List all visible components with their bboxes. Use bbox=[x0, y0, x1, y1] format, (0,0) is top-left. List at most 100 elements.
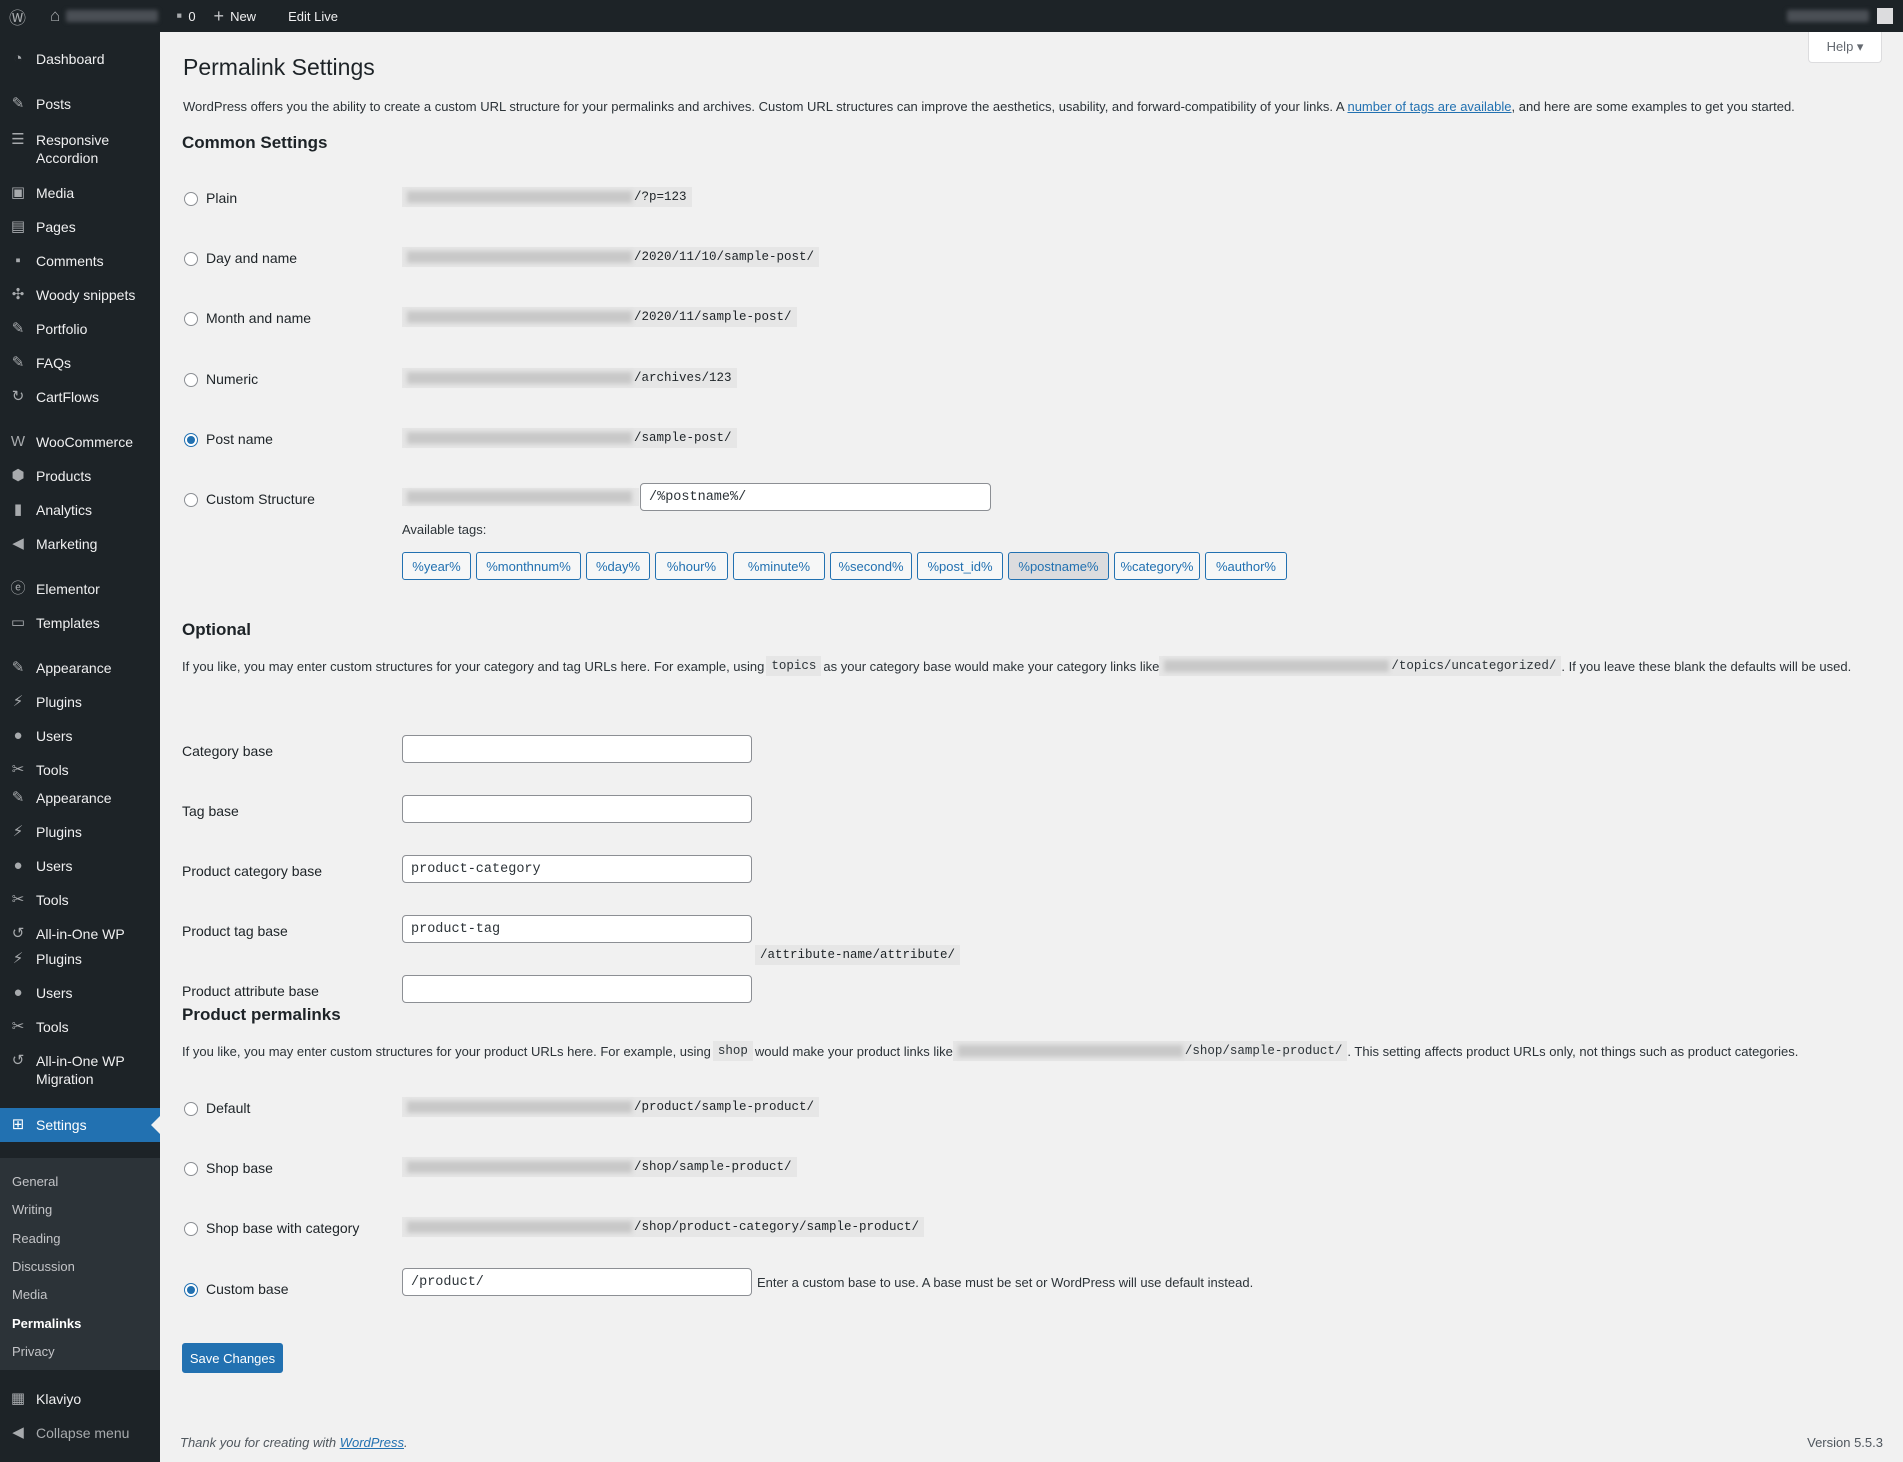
sidebar-item-elementor[interactable]: ⓔ Elementor bbox=[0, 580, 160, 598]
product-option-example-path: /shop/sample-product/ bbox=[634, 1160, 792, 1175]
tag-button-hour[interactable]: %hour% bbox=[655, 552, 728, 580]
category-base-input[interactable] bbox=[402, 735, 752, 763]
product-option-label[interactable]: Shop base bbox=[206, 1160, 273, 1176]
permalink-option-label[interactable]: Post name bbox=[206, 431, 273, 447]
sidebar-item-users[interactable]: ● Users bbox=[0, 857, 160, 875]
tag-button-author[interactable]: %author% bbox=[1205, 552, 1287, 580]
custom-base-input[interactable] bbox=[402, 1268, 752, 1296]
help-button[interactable]: Help ▾ bbox=[1808, 32, 1882, 63]
sidebar-item-users[interactable]: ● Users bbox=[0, 727, 160, 745]
permalink-option-label[interactable]: Plain bbox=[206, 190, 237, 206]
sidebar-item-pages[interactable]: ▤ Pages bbox=[0, 218, 160, 236]
permalink-option-radio[interactable] bbox=[184, 493, 198, 507]
migration-icon: ↺ bbox=[11, 925, 25, 942]
permalink-option-radio[interactable] bbox=[184, 372, 198, 387]
site-url-blurred bbox=[407, 1161, 632, 1174]
permalink-option-radio[interactable] bbox=[184, 312, 198, 327]
product-option-radio[interactable] bbox=[184, 1162, 198, 1177]
submenu-item-general[interactable]: General bbox=[12, 1174, 58, 1189]
permalink-option-radio[interactable] bbox=[184, 252, 198, 267]
tag-button-post-id[interactable]: %post_id% bbox=[917, 552, 1003, 580]
submenu-item-discussion[interactable]: Discussion bbox=[12, 1259, 75, 1274]
sidebar-item-collapse-menu[interactable]: ◀ Collapse menu bbox=[0, 1424, 160, 1442]
sidebar-item-comments[interactable]: ▪ Comments bbox=[0, 252, 160, 270]
product-option-label[interactable]: Default bbox=[206, 1100, 250, 1116]
permalink-option-label[interactable]: Day and name bbox=[206, 250, 297, 266]
tag-button-postname[interactable]: %postname% bbox=[1008, 552, 1109, 580]
sidebar-item-plugins[interactable]: ⚡ Plugins bbox=[0, 693, 160, 711]
sidebar-item-media[interactable]: ▣ Media bbox=[0, 184, 160, 202]
sidebar-item-woocommerce[interactable]: W WooCommerce bbox=[0, 433, 160, 451]
submenu-item-reading[interactable]: Reading bbox=[12, 1231, 60, 1246]
sidebar-item-posts[interactable]: ✎ Posts bbox=[0, 95, 160, 113]
tag-base-input[interactable] bbox=[402, 795, 752, 823]
sidebar-item-all-in-one-wp-migration[interactable]: ↺ All-in-One WP Migration bbox=[0, 1052, 160, 1088]
sidebar-item-woody-snippets[interactable]: ✣ Woody snippets bbox=[0, 286, 160, 304]
permalink-option-label[interactable]: Month and name bbox=[206, 310, 311, 326]
sidebar-item-tools[interactable]: ✂ Tools bbox=[0, 761, 160, 779]
sidebar-item-users[interactable]: ● Users bbox=[0, 984, 160, 1002]
custom-structure-input[interactable] bbox=[640, 483, 991, 511]
submenu-item-media[interactable]: Media bbox=[12, 1287, 47, 1302]
permalink-option-label[interactable]: Numeric bbox=[206, 371, 258, 387]
product-category-base-input[interactable] bbox=[402, 855, 752, 883]
product-tag-base-input[interactable] bbox=[402, 915, 752, 943]
new-content-link[interactable]: + New bbox=[205, 0, 266, 32]
product-option-label[interactable]: Custom base bbox=[206, 1281, 288, 1297]
wordpress-link[interactable]: WordPress bbox=[340, 1435, 404, 1450]
sidebar-item-cartflows[interactable]: ↻ CartFlows bbox=[0, 388, 160, 406]
brush-icon: ✎ bbox=[11, 659, 25, 676]
sidebar-item-appearance[interactable]: ✎ Appearance bbox=[0, 789, 160, 807]
sidebar-item-tools[interactable]: ✂ Tools bbox=[0, 891, 160, 909]
tags-available-link[interactable]: number of tags are available bbox=[1347, 99, 1511, 114]
sidebar-item-label: All-in-One WP Migration bbox=[36, 1053, 125, 1087]
sidebar-item-portfolio[interactable]: ✎ Portfolio bbox=[0, 320, 160, 338]
sidebar-item-dashboard[interactable]: ◔ Dashboard bbox=[0, 50, 160, 68]
site-name-link[interactable]: ⌂ bbox=[41, 0, 167, 32]
product-attribute-base-input[interactable] bbox=[402, 975, 752, 1003]
product-option-radio[interactable] bbox=[184, 1102, 198, 1116]
sidebar-item-label: Users bbox=[36, 728, 73, 744]
optional-field-label: Product category base bbox=[182, 863, 323, 879]
intro-text-end: , and here are some examples to get you … bbox=[1511, 99, 1795, 114]
submenu-item-writing[interactable]: Writing bbox=[12, 1202, 52, 1217]
tag-button-year[interactable]: %year% bbox=[402, 552, 471, 580]
permalink-option-radio[interactable] bbox=[184, 192, 198, 206]
wp-logo-button[interactable]: Ⓦ bbox=[0, 0, 41, 32]
sidebar-item-settings[interactable]: ⊞ Settings bbox=[0, 1108, 160, 1142]
sidebar-item-label: Responsive Accordion bbox=[36, 132, 110, 166]
submenu-item-privacy[interactable]: Privacy bbox=[12, 1344, 55, 1359]
save-changes-button[interactable]: Save Changes bbox=[182, 1343, 283, 1373]
wordpress-logo-icon: Ⓦ bbox=[9, 8, 26, 28]
edit-live-link[interactable]: Edit Live bbox=[279, 0, 347, 32]
product-option-example-path: /shop/product-category/sample-product/ bbox=[634, 1220, 920, 1235]
sidebar-item-responsive-accordion[interactable]: ☰ Responsive Accordion bbox=[0, 131, 160, 167]
optional-field-label: Product tag base bbox=[182, 923, 288, 939]
sidebar-item-products[interactable]: ⬢ Products bbox=[0, 467, 160, 485]
sidebar-item-klaviyo[interactable]: ▦ Klaviyo bbox=[0, 1390, 160, 1408]
tag-button-day[interactable]: %day% bbox=[586, 552, 650, 580]
permalink-option-label[interactable]: Custom Structure bbox=[206, 491, 315, 507]
product-option-radio[interactable] bbox=[184, 1282, 198, 1297]
product-option-label[interactable]: Shop base with category bbox=[206, 1220, 359, 1236]
tag-button-second[interactable]: %second% bbox=[830, 552, 912, 580]
product-option-radio[interactable] bbox=[184, 1222, 198, 1237]
user-account-menu[interactable] bbox=[1787, 8, 1903, 24]
new-label: New bbox=[230, 8, 257, 24]
sidebar-item-all-in-one-wp[interactable]: ↺ All-in-One WP bbox=[0, 925, 160, 943]
permalink-option-radio[interactable] bbox=[184, 432, 198, 447]
sidebar-item-plugins[interactable]: ⚡ Plugins bbox=[0, 823, 160, 841]
sidebar-item-appearance[interactable]: ✎ Appearance bbox=[0, 659, 160, 677]
tag-button-minute[interactable]: %minute% bbox=[733, 552, 825, 580]
sidebar-item-marketing[interactable]: ◀ Marketing bbox=[0, 535, 160, 553]
comments-link[interactable]: ▪ 0 bbox=[167, 0, 204, 32]
submenu-item-permalinks[interactable]: Permalinks bbox=[12, 1316, 81, 1331]
sidebar-item-plugins[interactable]: ⚡ Plugins bbox=[0, 950, 160, 968]
sidebar-item-templates[interactable]: ▭ Templates bbox=[0, 614, 160, 632]
sidebar-item-faqs[interactable]: ✎ FAQs bbox=[0, 354, 160, 372]
tag-button-category[interactable]: %category% bbox=[1114, 552, 1200, 580]
sidebar-item-tools[interactable]: ✂ Tools bbox=[0, 1018, 160, 1036]
tag-button-monthnum[interactable]: %monthnum% bbox=[476, 552, 581, 580]
sidebar-item-label: Tools bbox=[36, 1019, 69, 1035]
sidebar-item-analytics[interactable]: ▮ Analytics bbox=[0, 501, 160, 519]
